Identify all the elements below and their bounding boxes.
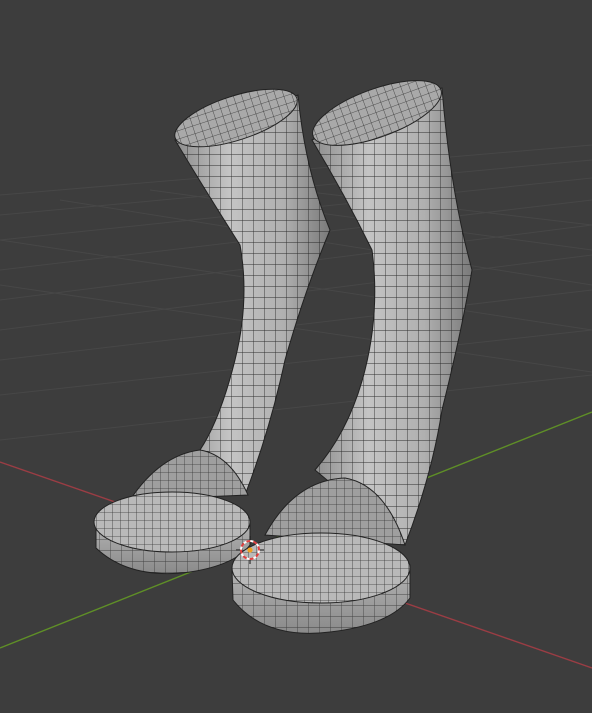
3d-viewport[interactable]: [0, 0, 592, 713]
origin-dot-icon: [247, 547, 253, 553]
viewport-canvas[interactable]: [0, 0, 592, 713]
